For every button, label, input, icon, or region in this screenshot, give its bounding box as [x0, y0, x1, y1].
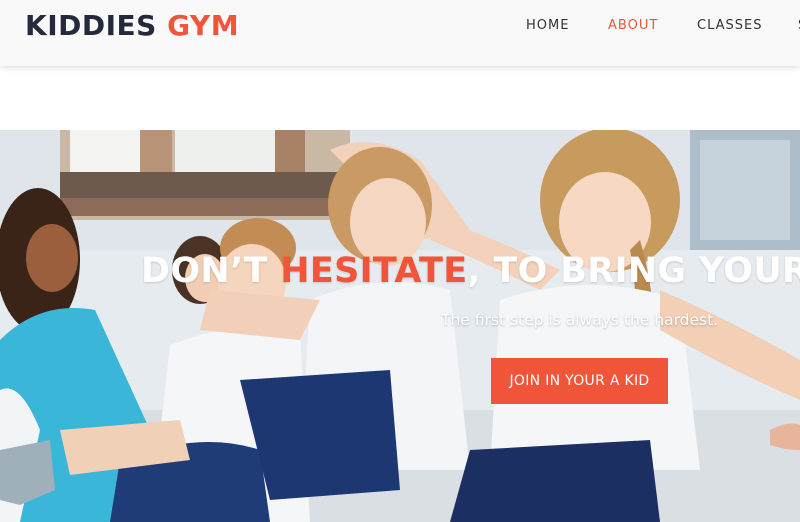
- headline-highlight-hesitate: HESITATE: [280, 251, 468, 291]
- logo-word-kiddies: KIDDIES: [25, 9, 157, 42]
- nav-item-about[interactable]: ABOUT: [608, 18, 658, 34]
- join-kid-button[interactable]: JOIN IN YOUR A KID: [491, 358, 668, 404]
- site-header: KIDDIES GYM HOME ABOUT CLASSES S: [0, 0, 800, 66]
- headline-text-middle: , TO BRING YOUR: [467, 251, 800, 291]
- headline-text-start: DON’T: [141, 251, 281, 291]
- logo-word-gym: GYM: [167, 9, 240, 42]
- nav-item-classes[interactable]: CLASSES: [697, 18, 762, 34]
- hero-banner: DON’T HESITATE, TO BRING YOUR KI The fir…: [0, 130, 800, 522]
- site-logo[interactable]: KIDDIES GYM: [25, 9, 239, 43]
- hero-headline: DON’T HESITATE, TO BRING YOUR KI: [141, 251, 800, 291]
- nav-item-home[interactable]: HOME: [526, 18, 569, 34]
- hero-subtitle: The first step is always the hardest.: [441, 311, 719, 329]
